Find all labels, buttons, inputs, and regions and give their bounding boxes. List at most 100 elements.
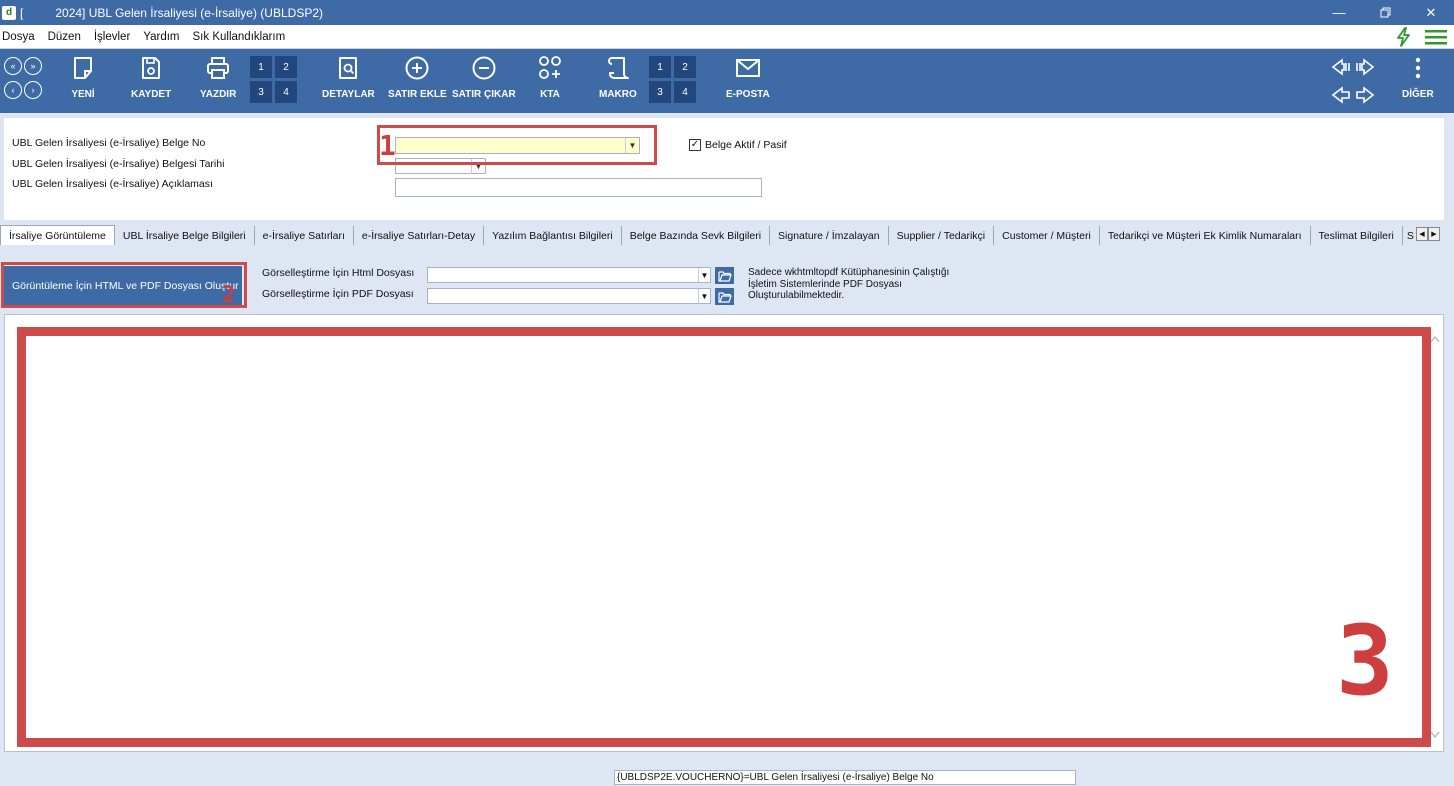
menu-islevler[interactable]: İşlevler [92, 31, 137, 43]
tab-teslimat-bilgileri[interactable]: Teslimat Bilgileri [1311, 226, 1403, 245]
details-button[interactable]: DETAYLAR [322, 55, 375, 100]
scroll-down-icon[interactable] [1430, 731, 1440, 739]
macro-button[interactable]: MAKRO [599, 55, 637, 100]
email-button[interactable]: E-POSTA [726, 55, 770, 100]
tab-scroll-right-icon[interactable]: ▶ [1428, 227, 1440, 241]
remove-row-label: SATIR ÇIKAR [452, 89, 516, 100]
menu-dosya[interactable]: Dosya [0, 31, 42, 43]
tab-customer[interactable]: Customer / Müşteri [994, 226, 1100, 245]
tab-ek-kimlik-numaralari[interactable]: Tedarikçi ve Müşteri Ek Kimlik Numaralar… [1100, 226, 1311, 245]
tab-ubl-irsaliye-belge-bilgileri[interactable]: UBL İrsaliye Belge Bilgileri [115, 226, 255, 245]
restore-icon[interactable] [1362, 0, 1408, 25]
menu-yardim[interactable]: Yardım [141, 31, 186, 43]
chevron-down-icon[interactable]: ▼ [698, 268, 710, 282]
window-controls: — ✕ [1316, 0, 1454, 25]
tab-signature[interactable]: Signature / İmzalayan [770, 226, 889, 245]
chevron-down-icon[interactable]: ▼ [698, 289, 710, 303]
record-navigation: « » ‹ › [4, 57, 46, 99]
print-slot-4[interactable]: 4 [275, 81, 297, 103]
tab-scroll-left-icon[interactable]: ◀ [1416, 227, 1428, 241]
kta-icon [539, 56, 561, 79]
callout-1-number: 1 [379, 129, 396, 162]
close-icon[interactable]: ✕ [1408, 0, 1454, 25]
scroll-up-icon[interactable] [1430, 335, 1440, 343]
menu-duzen[interactable]: Düzen [46, 31, 88, 43]
save-label: KAYDET [131, 89, 172, 100]
doc-no-label: UBL Gelen İrsaliyesi (e-İrsaliye) Belge … [12, 137, 206, 149]
hamburger-menu-icon[interactable] [1424, 27, 1448, 47]
lightning-icon[interactable] [1394, 27, 1414, 47]
html-file-combo[interactable]: ▼ [427, 267, 711, 283]
callout-1-frame [377, 125, 657, 165]
tab-e-irsaliye-satirlari[interactable]: e-İrsaliye Satırları [255, 226, 354, 245]
wkhtmltopdf-note: Sadece wkhtmltopdf Kütüphanesinin Çalışt… [748, 267, 968, 302]
minimize-icon[interactable]: — [1316, 0, 1362, 25]
macro-slot-2[interactable]: 2 [674, 56, 696, 78]
kta-button[interactable]: KTA [537, 55, 563, 100]
doc-desc-label: UBL Gelen İrsaliyesi (e-İrsaliye) Açıkla… [12, 178, 213, 190]
more-label: DİĞER [1402, 89, 1434, 100]
tab-yazilim-baglantisi[interactable]: Yazılım Bağlantısı Bilgileri [484, 226, 622, 245]
macro-slot-4[interactable]: 4 [674, 81, 696, 103]
print-slot-2[interactable]: 2 [275, 56, 297, 78]
minus-circle-icon [472, 56, 496, 80]
new-label: YENİ [71, 89, 95, 100]
pdf-folder-button[interactable] [715, 288, 734, 305]
next-record-icon[interactable]: › [24, 81, 42, 99]
callout-3-frame [17, 327, 1431, 747]
header-form: UBL Gelen İrsaliyesi (e-İrsaliye) Belge … [4, 118, 1444, 220]
prev-next-arrows-icon[interactable] [1330, 85, 1376, 105]
first-record-icon[interactable]: « [4, 57, 22, 75]
title-prefix: [ [20, 5, 24, 20]
add-row-button[interactable]: SATIR EKLE [388, 55, 447, 100]
macro-label: MAKRO [599, 89, 637, 100]
macro-slot-grid: 1 2 3 4 [649, 56, 696, 103]
doc-desc-input[interactable] [395, 178, 762, 197]
save-button[interactable]: KAYDET [131, 55, 171, 100]
more-vertical-icon [1415, 57, 1421, 79]
html-folder-button[interactable] [715, 267, 734, 284]
folder-open-icon [717, 291, 732, 303]
note-line-2: İşletim Sistemlerinde PDF Dosyası [748, 278, 902, 290]
plus-circle-icon [405, 56, 429, 80]
first-last-arrows-icon[interactable] [1330, 57, 1376, 77]
pdf-file-label: Görselleştirme İçin PDF Dosyası [262, 288, 414, 300]
tab-supplier[interactable]: Supplier / Tedarikçi [889, 226, 995, 245]
tab-scroll-buttons: ◀ ▶ [1416, 227, 1440, 241]
macro-scroll-icon [607, 57, 629, 79]
remove-row-button[interactable]: SATIR ÇIKAR [452, 55, 516, 100]
doc-date-label: UBL Gelen İrsaliyesi (e-İrsaliye) Belges… [12, 158, 225, 170]
print-label: YAZDIR [200, 89, 237, 100]
print-slot-3[interactable]: 3 [250, 81, 272, 103]
status-bar: {UBLDSP2E.VOUCHERNO}=UBL Gelen İrsaliyes… [0, 757, 1454, 786]
folder-open-icon [717, 270, 732, 282]
new-button[interactable]: YENİ [70, 55, 96, 100]
print-button[interactable]: YAZDIR [200, 55, 236, 100]
pdf-file-combo[interactable]: ▼ [427, 288, 711, 304]
macro-slot-1[interactable]: 1 [649, 56, 671, 78]
active-checkbox[interactable]: ✓ Belge Aktif / Pasif [689, 139, 787, 151]
tab-irsaliye-goruntuleme[interactable]: İrsaliye Görüntüleme [0, 225, 115, 245]
active-label: Belge Aktif / Pasif [705, 139, 787, 151]
app-logo-icon: d [2, 5, 16, 20]
menu-bar: Dosya Düzen İşlevler Yardım Sık Kullandı… [0, 25, 1454, 49]
add-row-label: SATIR EKLE [388, 89, 447, 100]
record-arrows [1330, 57, 1376, 105]
printer-icon [207, 57, 230, 79]
tab-e-irsaliye-satirlari-detay[interactable]: e-İrsaliye Satırları-Detay [354, 226, 485, 245]
html-file-label: Görselleştirme İçin Html Dosyası [262, 267, 415, 279]
checkmark-icon[interactable]: ✓ [689, 139, 701, 151]
previous-record-icon[interactable]: ‹ [4, 81, 22, 99]
note-line-3: Oluşturulabilmektedir. [748, 290, 845, 301]
macro-slot-3[interactable]: 3 [649, 81, 671, 103]
field-info: {UBLDSP2E.VOUCHERNO}=UBL Gelen İrsaliyes… [614, 770, 1076, 785]
menu-sik-kullandiklarim[interactable]: Sık Kullandıklarım [191, 31, 293, 43]
envelope-icon [735, 59, 760, 77]
last-record-icon[interactable]: » [24, 57, 42, 75]
print-slot-1[interactable]: 1 [250, 56, 272, 78]
callout-2-frame [1, 262, 247, 308]
note-line-1: Sadece wkhtmltopdf Kütüphanesinin Çalışt… [748, 267, 950, 278]
tab-belge-bazinda-sevk[interactable]: Belge Bazında Sevk Bilgileri [622, 226, 771, 245]
more-button[interactable]: DİĞER [1402, 55, 1434, 100]
window-title: 2024] UBL Gelen İrsaliyesi (e-İrsaliye) … [55, 5, 323, 20]
